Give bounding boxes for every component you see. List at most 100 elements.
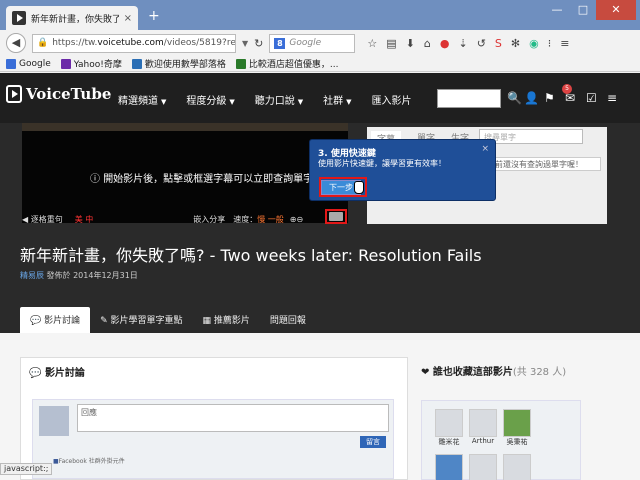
tooltip-close-icon[interactable]: × xyxy=(481,144,489,154)
lock-icon: 🔒 xyxy=(37,38,49,48)
window-controls: — □ ✕ xyxy=(544,0,636,20)
facebook-plugin-label: Facebook 社群外掛元件 xyxy=(53,456,125,465)
user-icon[interactable]: 👤 xyxy=(524,91,539,105)
tab-key-words[interactable]: ✎ 影片學習單字重點 xyxy=(90,307,192,333)
zoom-in-icon[interactable]: ⊕ xyxy=(290,215,297,224)
status-bar: javascript:; xyxy=(0,463,53,475)
tab-recommended[interactable]: ▦ 推薦影片 xyxy=(193,307,260,333)
video-controls: ◀ 逐格重句 美 中 嵌入分享 速度：慢 一般 ⊕ ⊖ xyxy=(22,211,348,227)
browser-tabstrip: 新年新計畫，你失敗了嗎? × + — □ ✕ xyxy=(0,0,640,30)
author-link[interactable]: 精易辰 xyxy=(20,271,44,280)
star-icon[interactable]: ☆ xyxy=(367,37,377,50)
bookmark-favicon-icon xyxy=(6,58,16,69)
browser-toolbar: ◀ 🔒 https://tw.voicetube.com/videos/5819… xyxy=(0,30,640,56)
address-bar[interactable]: 🔒 https://tw.voicetube.com/videos/5819?r… xyxy=(32,33,236,53)
prev-sentence-button[interactable]: ◀ 逐格重句 xyxy=(22,214,63,225)
video-frame-strip xyxy=(22,123,348,131)
tab-close-icon[interactable]: × xyxy=(124,13,132,24)
favorite-user[interactable]: 吳秉祐 xyxy=(502,409,532,447)
caret-down-icon: ▼ xyxy=(161,98,167,106)
nav-item-channels[interactable]: 精選頻道 ▼ xyxy=(118,92,166,107)
video-hint: ⓘ 開始影片後，點擊或框選字幕可以立即查詢單字 xyxy=(90,174,314,185)
search-placeholder: Google xyxy=(289,38,322,48)
reload-icon[interactable]: ↻ xyxy=(254,37,263,50)
addon-paw-icon[interactable]: ✻ xyxy=(511,37,520,50)
info-icon: ⓘ xyxy=(90,174,104,185)
checkbox-icon[interactable]: ☑ xyxy=(586,91,597,105)
video-title: 新年新計畫，你失敗了嗎? - Two weeks later: Resoluti… xyxy=(20,246,482,265)
favorite-user[interactable] xyxy=(502,454,532,480)
bookmark-item[interactable]: 歡迎使用數學部落格 xyxy=(131,57,226,70)
nav-item-levels[interactable]: 程度分級 ▼ xyxy=(186,92,234,107)
hand-cursor-icon xyxy=(354,181,364,194)
home-icon[interactable]: ⌂ xyxy=(424,37,431,50)
avatar xyxy=(39,406,69,436)
minimize-button[interactable]: — xyxy=(544,0,570,20)
notification-badge: 5 xyxy=(562,84,572,94)
embed-share-button[interactable]: 嵌入分享 xyxy=(193,214,225,225)
comment-box: 回應 留言 Facebook 社群外掛元件 xyxy=(32,399,394,479)
nav-item-speaking[interactable]: 聽力口說 ▼ xyxy=(255,92,303,107)
hamburger-menu-icon[interactable]: ≡ xyxy=(607,91,617,105)
search-bar[interactable]: 8 Google xyxy=(269,33,356,53)
flag-icon[interactable]: ⚑ xyxy=(544,91,555,105)
tooltip-text: 使用影片快速鍵，讓學習更有效率！ xyxy=(318,159,446,168)
speed-control[interactable]: 速度：慢 一般 xyxy=(233,214,284,225)
nav-item-community[interactable]: 社群 ▼ xyxy=(323,92,351,107)
addon-arrow-icon[interactable]: ⇣ xyxy=(458,37,467,50)
caret-down-icon: ▼ xyxy=(229,98,235,106)
download-icon[interactable]: ⬇ xyxy=(406,37,415,50)
addon-abp-icon[interactable]: ● xyxy=(440,37,450,50)
user-avatar xyxy=(503,409,531,437)
search-icon[interactable]: 🔍 xyxy=(507,91,522,105)
user-avatar xyxy=(435,454,463,480)
favorite-user[interactable] xyxy=(434,454,464,480)
chat-icon: 💬 xyxy=(29,368,45,379)
bookmark-item[interactable]: 比較酒店超值優惠，... xyxy=(235,57,338,70)
favorite-user[interactable]: 雛米花 xyxy=(434,409,464,447)
video-meta: 精易辰 發佈於 2014年12月31日 xyxy=(20,270,138,281)
favorite-user[interactable]: Arthur xyxy=(468,409,498,445)
tab-discussion[interactable]: 💬 影片討論 xyxy=(20,307,91,333)
caret-down-icon: ▼ xyxy=(297,98,304,106)
url-text: https://tw.voicetube.com/videos/5819?ref… xyxy=(52,38,236,48)
close-window-button[interactable]: ✕ xyxy=(596,0,636,20)
chat-icon: 💬 xyxy=(30,316,45,326)
google-search-icon: 8 xyxy=(274,37,286,49)
voicetube-favicon-icon xyxy=(12,11,26,25)
favorite-user[interactable] xyxy=(468,454,498,480)
main-nav: 精選頻道 ▼ 程度分級 ▼ 聽力口說 ▼ 社群 ▼ 匯入影片 xyxy=(118,92,412,107)
addon-dots-icon[interactable]: ⁝ xyxy=(548,37,552,50)
addon-reload-icon[interactable]: ↺ xyxy=(477,37,486,50)
pin-icon: ✎ xyxy=(100,316,111,326)
video-player[interactable]: ⓘ 開始影片後，點擊或框選字幕可以立即查詢單字 xyxy=(22,123,348,223)
discussion-header: 💬 影片討論 xyxy=(29,368,85,379)
site-header: VoiceTube 精選頻道 ▼ 程度分級 ▼ 聽力口說 ▼ 社群 ▼ 匯入影片 🔍 👤… xyxy=(0,73,640,123)
browser-tab[interactable]: 新年新計畫，你失敗了嗎? × xyxy=(6,6,138,30)
back-button[interactable]: ◀ xyxy=(6,33,26,53)
bookmark-favicon-icon xyxy=(131,58,142,69)
addon-circle-icon[interactable]: ◉ xyxy=(529,37,539,50)
submit-comment-button[interactable]: 留言 xyxy=(360,436,386,448)
comment-input[interactable]: 回應 xyxy=(77,404,389,432)
site-logo[interactable]: VoiceTube xyxy=(6,85,111,103)
publish-date: 發佈於 2014年12月31日 xyxy=(46,271,138,280)
menu-icon[interactable]: ≡ xyxy=(560,37,569,50)
user-avatar xyxy=(469,409,497,437)
bookmark-item[interactable]: Yahoo!奇摩 xyxy=(60,57,122,70)
addon-s-icon[interactable]: S xyxy=(495,37,502,50)
maximize-button[interactable]: □ xyxy=(570,0,596,20)
video-info: 新年新計畫，你失敗了嗎? - Two weeks later: Resoluti… xyxy=(0,230,640,333)
clipboard-icon[interactable]: ▤ xyxy=(386,37,396,50)
bookmark-item[interactable]: Google xyxy=(6,58,51,69)
subtitle-lang-toggle[interactable]: 美 中 xyxy=(75,214,94,225)
dropdown-arrow-icon[interactable]: ▼ xyxy=(242,39,248,48)
heart-icon: ❤ xyxy=(421,367,433,378)
tab-report[interactable]: 問題回報 xyxy=(260,307,316,333)
user-avatar xyxy=(503,454,531,480)
zoom-out-icon[interactable]: ⊖ xyxy=(297,215,304,224)
nav-item-import[interactable]: 匯入影片 xyxy=(372,92,412,107)
user-avatar xyxy=(469,454,497,480)
site-search-input[interactable] xyxy=(437,89,501,108)
new-tab-button[interactable]: + xyxy=(148,9,160,23)
